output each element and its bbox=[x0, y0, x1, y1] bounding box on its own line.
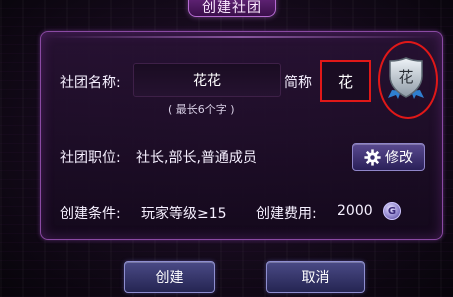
positions-label: 社团职位: bbox=[60, 150, 121, 166]
emblem-text: 花 bbox=[398, 68, 413, 86]
positions-value: 社长,部长,普通成员 bbox=[136, 150, 257, 166]
club-name-label: 社团名称: bbox=[60, 75, 121, 91]
shield-emblem-icon[interactable]: 花 bbox=[386, 56, 426, 100]
dialog-title-tab: 创建社团 bbox=[188, 0, 276, 17]
abbreviation-label: 简称 bbox=[284, 75, 312, 91]
abbreviation-input[interactable]: 花 bbox=[320, 60, 371, 102]
coin-icon: G bbox=[383, 202, 401, 220]
modify-label: 修改 bbox=[385, 150, 413, 166]
club-name-hint: ( 最长6个字 ) bbox=[168, 103, 235, 116]
cost-label: 创建费用: bbox=[256, 206, 317, 222]
club-name-input[interactable]: 花花 bbox=[133, 63, 281, 97]
condition-label: 创建条件: bbox=[60, 206, 121, 222]
condition-value: 玩家等级≥15 bbox=[141, 206, 227, 222]
gear-icon bbox=[364, 148, 381, 166]
modify-positions-button[interactable]: 修改 bbox=[352, 143, 425, 171]
cost-value: 2000 bbox=[337, 203, 373, 219]
dialog-title: 创建社团 bbox=[202, 0, 262, 16]
cancel-button[interactable]: 取消 bbox=[266, 261, 365, 293]
create-button[interactable]: 创建 bbox=[124, 261, 215, 293]
